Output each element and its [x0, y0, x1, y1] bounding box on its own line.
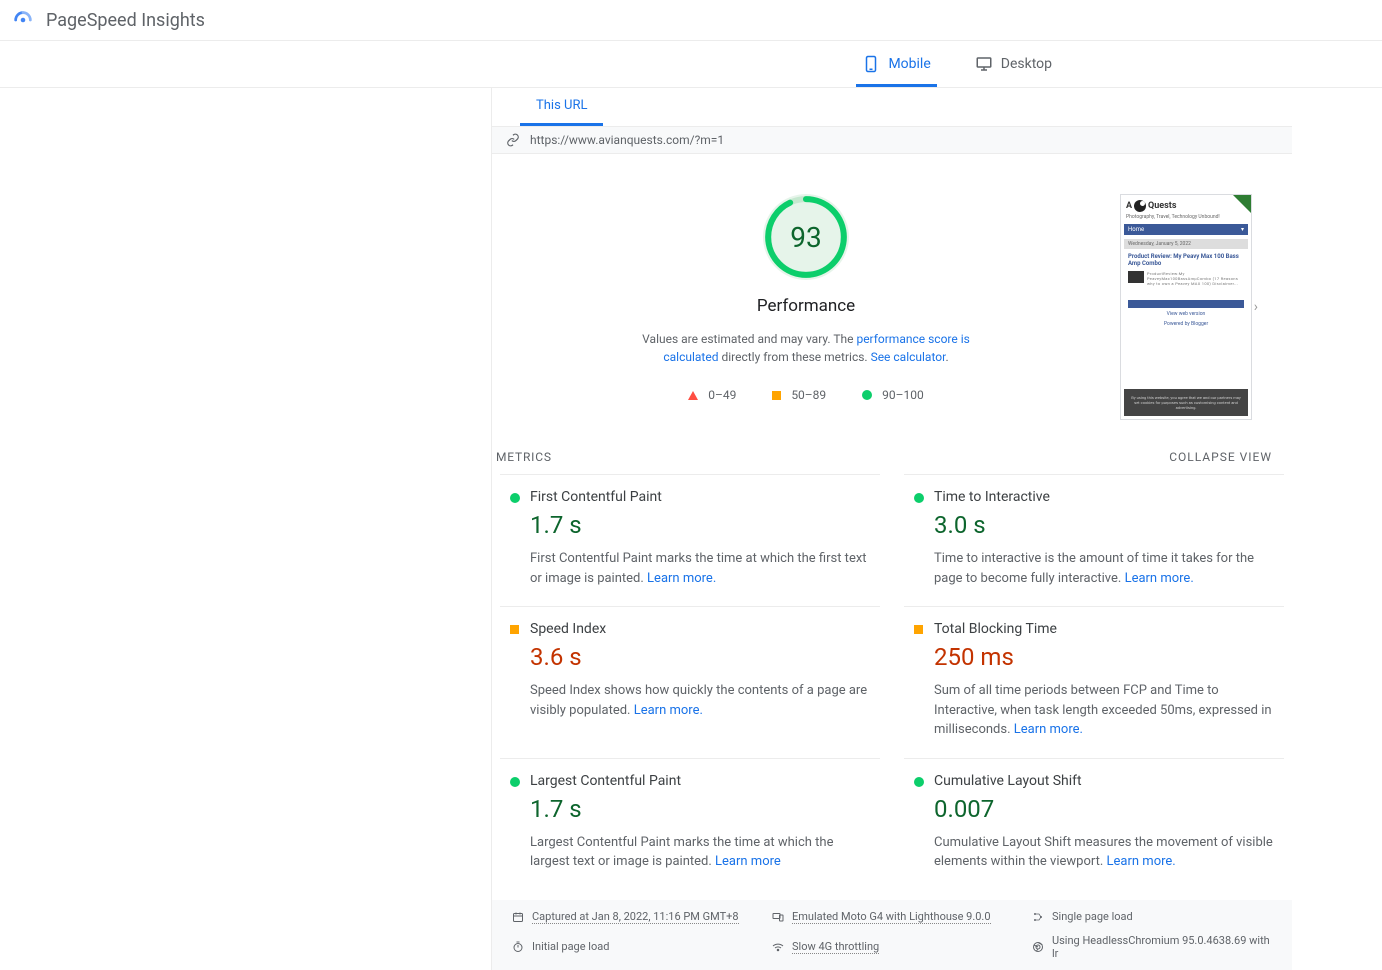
metric-card: Largest Contentful Paint 1.7 s Largest Con… — [500, 758, 880, 890]
status-dot — [510, 625, 519, 634]
chrome-icon — [1032, 941, 1044, 953]
metric-value: 0.007 — [934, 795, 1278, 823]
metric-value: 3.6 s — [530, 643, 874, 671]
learn-more-link[interactable]: Learn more. — [647, 571, 716, 586]
screenshot-thumbnail[interactable]: AQuests Photography, Travel, Technology … — [1120, 194, 1252, 420]
subtab-this-url[interactable]: This URL — [520, 88, 603, 126]
environment-bar: Captured at Jan 8, 2022, 11:16 PM GMT+8 … — [492, 900, 1292, 970]
metric-title: Speed Index — [530, 621, 874, 637]
metric-description: Time to interactive is the amount of tim… — [934, 549, 1278, 588]
metric-description: Sum of all time periods between FCP and … — [934, 681, 1278, 740]
tested-url: https://www.avianquests.com/?m=1 — [530, 133, 724, 147]
env-captured: Captured at Jan 8, 2022, 11:16 PM GMT+8 — [532, 910, 739, 924]
performance-label: Performance — [757, 296, 855, 316]
score-legend: 0–49 50–89 90–100 — [688, 388, 924, 402]
env-initial: Initial page load — [532, 940, 609, 953]
metrics-header: METRICS Collapse view — [492, 440, 1292, 474]
performance-description: Values are estimated and may vary. The p… — [626, 330, 986, 366]
calendar-icon — [512, 911, 524, 923]
tab-desktop[interactable]: Desktop — [969, 41, 1058, 87]
metric-description: Largest Contentful Paint marks the time … — [530, 833, 874, 872]
metrics-grid: First Contentful Paint 1.7 s First Content… — [492, 474, 1292, 890]
status-dot — [914, 493, 924, 503]
circle-icon — [862, 390, 872, 400]
app-header: PageSpeed Insights — [0, 0, 1382, 41]
learn-more-link[interactable]: Learn more — [715, 854, 781, 869]
env-chrome: Using HeadlessChromium 95.0.4638.69 with… — [1052, 934, 1272, 960]
metric-description: Speed Index shows how quickly the conten… — [530, 681, 874, 720]
devices-icon — [772, 911, 784, 923]
status-dot — [510, 493, 520, 503]
learn-more-link[interactable]: Learn more. — [1014, 722, 1083, 737]
tab-desktop-label: Desktop — [1001, 56, 1052, 72]
tab-mobile[interactable]: Mobile — [856, 41, 936, 87]
thumbnail-home-button — [1128, 300, 1244, 308]
link-icon — [506, 133, 520, 147]
status-dot — [510, 777, 520, 787]
metric-title: Cumulative Layout Shift — [934, 773, 1278, 789]
status-dot — [914, 625, 923, 634]
timer-icon — [512, 941, 524, 953]
desktop-icon — [975, 55, 993, 73]
collapse-view-toggle[interactable]: Collapse view — [1169, 450, 1272, 464]
metric-title: Time to Interactive — [934, 489, 1278, 505]
learn-more-link[interactable]: Learn more. — [1125, 571, 1194, 586]
url-bar: https://www.avianquests.com/?m=1 — [492, 126, 1292, 154]
see-calculator-link[interactable]: See calculator — [871, 350, 946, 364]
metric-card: Total Blocking Time 250 ms Sum of all time… — [904, 606, 1284, 758]
mobile-icon — [862, 55, 880, 73]
metric-value: 3.0 s — [934, 511, 1278, 539]
metric-card: Speed Index 3.6 s Speed Index shows how qu… — [500, 606, 880, 758]
metric-value: 250 ms — [934, 643, 1278, 671]
metric-description: First Contentful Paint marks the time at… — [530, 549, 874, 588]
metric-value: 1.7 s — [530, 795, 874, 823]
app-title: PageSpeed Insights — [46, 10, 205, 31]
env-single: Single page load — [1052, 910, 1133, 923]
chevron-right-icon[interactable]: › — [1254, 299, 1258, 315]
thumbnail-post-image — [1128, 271, 1144, 283]
learn-more-link[interactable]: Learn more. — [1107, 854, 1176, 869]
sub-tabs: This URL — [492, 88, 1292, 126]
learn-more-link[interactable]: Learn more. — [634, 703, 703, 718]
thumbnail-badge — [1233, 195, 1251, 213]
sample-icon — [1032, 911, 1044, 923]
metric-title: Largest Contentful Paint — [530, 773, 874, 789]
square-icon — [772, 391, 781, 400]
metric-card: Time to Interactive 3.0 s Time to interact… — [904, 474, 1284, 606]
tab-mobile-label: Mobile — [888, 56, 930, 72]
metric-card: First Contentful Paint 1.7 s First Content… — [500, 474, 880, 606]
performance-summary: 93 Performance Values are estimated and … — [492, 154, 1292, 440]
performance-gauge: 93 — [763, 194, 849, 280]
device-tabs: Mobile Desktop — [0, 41, 1382, 88]
performance-score: 93 — [763, 194, 849, 280]
triangle-icon — [688, 391, 698, 400]
main-report: This URL https://www.avianquests.com/?m=… — [491, 88, 1292, 970]
metric-card: Cumulative Layout Shift 0.007 Cumulative L… — [904, 758, 1284, 890]
psi-logo-icon — [12, 9, 34, 31]
caret-down-icon: ▾ — [1241, 226, 1244, 233]
metric-title: First Contentful Paint — [530, 489, 874, 505]
env-throttle: Slow 4G throttling — [792, 940, 879, 954]
metric-value: 1.7 s — [530, 511, 874, 539]
env-emulated: Emulated Moto G4 with Lighthouse 9.0.0 — [792, 910, 991, 924]
metrics-heading: METRICS — [496, 450, 552, 464]
network-icon — [772, 941, 784, 953]
thumbnail-logo-icon — [1134, 200, 1146, 212]
metric-title: Total Blocking Time — [934, 621, 1278, 637]
metric-description: Cumulative Layout Shift measures the mov… — [934, 833, 1278, 872]
status-dot — [914, 777, 924, 787]
